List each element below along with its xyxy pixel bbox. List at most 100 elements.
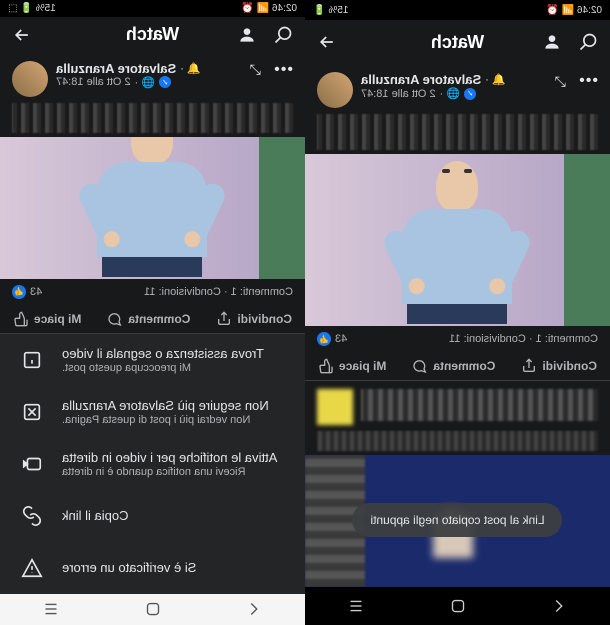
status-battery: 15% bbox=[36, 3, 56, 14]
share-icon bbox=[521, 358, 537, 374]
sheet-item-unfollow[interactable]: Non seguire più Salvatore Aranzulla Non … bbox=[0, 386, 305, 438]
status-battery: 15% bbox=[328, 5, 348, 16]
verified-badge: ✓ bbox=[159, 76, 171, 88]
battery-icon: 🔋 ⬚ bbox=[8, 3, 33, 14]
second-post-header bbox=[305, 381, 610, 429]
reactions[interactable]: 43 👍 bbox=[12, 285, 42, 299]
sheet-subtitle: Ricevi una notifica quando è in diretta bbox=[62, 466, 289, 478]
status-time: 02:46 bbox=[272, 3, 297, 14]
sheet-item-report[interactable]: Trova assistenza o segnala il video Mi p… bbox=[0, 334, 305, 386]
sheet-subtitle: Mi preoccupa questo post. bbox=[62, 362, 289, 374]
video-player[interactable] bbox=[0, 137, 305, 279]
options-bottom-sheet: Trova assistenza o segnala il video Mi p… bbox=[0, 334, 305, 594]
more-menu-icon[interactable]: ••• bbox=[273, 61, 293, 79]
comment-button[interactable]: Commenta bbox=[107, 311, 190, 327]
second-author-censored bbox=[361, 389, 598, 421]
post-header: 🔔 · Salvatore Aranzulla ✓ 🌐 · 2 Ott alle… bbox=[305, 64, 610, 112]
like-icon bbox=[318, 358, 334, 374]
video-player[interactable] bbox=[305, 154, 610, 326]
globe-icon: 🌐 · bbox=[135, 76, 155, 89]
action-bar: Condividi Commenta Mi piace bbox=[305, 352, 610, 381]
unfollow-icon bbox=[21, 401, 43, 423]
expand-icon[interactable]: ⤢ bbox=[250, 61, 261, 78]
back-arrow-icon[interactable] bbox=[12, 25, 32, 45]
author-avatar[interactable] bbox=[317, 72, 353, 108]
right-screen: 02:46 📶 ⏰ 15% 🔋 ⬚ Watch 🔔 · Salvatore Ar… bbox=[0, 0, 305, 625]
author-name[interactable]: Salvatore Aranzulla bbox=[56, 61, 176, 76]
status-bar: 02:46 📶 ⏰ 15% 🔋 ⬚ bbox=[0, 0, 305, 17]
watch-header: Watch bbox=[305, 20, 610, 64]
sheet-title: Copia il link bbox=[62, 508, 289, 523]
expand-icon[interactable]: ⤢ bbox=[555, 73, 566, 90]
page-title: Watch bbox=[431, 32, 484, 53]
share-button[interactable]: Condividi bbox=[521, 358, 597, 374]
like-badge-icon: 👍 bbox=[12, 285, 26, 299]
status-indicators: 📶 ⏰ bbox=[241, 3, 269, 14]
nav-home[interactable] bbox=[142, 598, 164, 620]
nav-recent[interactable] bbox=[345, 595, 367, 617]
sheet-title: Si è verificato un errore bbox=[62, 560, 289, 575]
profile-icon[interactable] bbox=[542, 32, 562, 52]
toast-notification: Link al post copiato negli appunti bbox=[352, 503, 562, 537]
comment-share-stats[interactable]: Commenti: 1 · Condivisioni: 11 bbox=[144, 286, 293, 298]
second-text-censored bbox=[317, 431, 598, 451]
status-indicators: 📶 ⏰ bbox=[546, 5, 574, 16]
search-icon[interactable] bbox=[273, 25, 293, 45]
live-icon bbox=[21, 453, 43, 475]
reaction-count: 43 bbox=[30, 286, 42, 298]
sheet-title: Non seguire più Salvatore Aranzulla bbox=[62, 398, 289, 413]
comment-icon bbox=[107, 311, 123, 327]
post-header: 🔔 · Salvatore Aranzulla ✓ 🌐 · 2 Ott alle… bbox=[0, 53, 305, 101]
author-avatar[interactable] bbox=[12, 61, 48, 97]
sheet-item-notifications[interactable]: Attiva le notifiche per i video in diret… bbox=[0, 438, 305, 490]
warning-icon bbox=[21, 557, 43, 579]
engagement-bar: Commenti: 1 · Condivisioni: 11 43 👍 bbox=[305, 326, 610, 352]
nav-recent[interactable] bbox=[40, 598, 62, 620]
sheet-item-copy-link[interactable]: Copia il link bbox=[0, 490, 305, 542]
second-avatar[interactable] bbox=[317, 389, 353, 425]
like-icon bbox=[13, 311, 29, 327]
share-icon bbox=[216, 311, 232, 327]
profile-icon[interactable] bbox=[237, 25, 257, 45]
status-bar: 02:46 📶 ⏰ 15% 🔋 bbox=[305, 0, 610, 20]
verified-badge: ✓ bbox=[464, 88, 476, 100]
nav-back[interactable] bbox=[243, 598, 265, 620]
comment-button[interactable]: Commenta bbox=[412, 358, 495, 374]
left-screen: 02:46 📶 ⏰ 15% 🔋 Watch 🔔 · Salvatore Aran… bbox=[305, 0, 610, 625]
reactions[interactable]: 43 👍 bbox=[317, 332, 347, 346]
comment-icon bbox=[412, 358, 428, 374]
bell-icon: 🔔 · bbox=[180, 62, 200, 75]
nav-back[interactable] bbox=[548, 595, 570, 617]
link-icon bbox=[21, 505, 43, 527]
page-title: Watch bbox=[126, 24, 179, 45]
search-icon[interactable] bbox=[578, 32, 598, 52]
like-button[interactable]: Mi piace bbox=[13, 311, 81, 327]
info-icon bbox=[21, 349, 43, 371]
globe-icon: 🌐 · bbox=[440, 87, 460, 100]
author-name[interactable]: Salvatore Aranzulla bbox=[361, 72, 481, 87]
android-nav-bar bbox=[305, 587, 610, 625]
second-video[interactable]: Link al post copiato negli appunti bbox=[305, 455, 610, 587]
status-time: 02:46 bbox=[577, 5, 602, 16]
comment-share-stats[interactable]: Commenti: 1 · Condivisioni: 11 bbox=[449, 333, 598, 345]
nav-home[interactable] bbox=[447, 595, 469, 617]
action-bar: Condividi Commenta Mi piace bbox=[0, 305, 305, 334]
reaction-count: 43 bbox=[335, 333, 347, 345]
battery-icon: 🔋 bbox=[313, 5, 325, 16]
more-menu-icon[interactable]: ••• bbox=[578, 72, 598, 90]
android-nav-bar bbox=[0, 594, 305, 625]
sheet-item-error[interactable]: Si è verificato un errore bbox=[0, 542, 305, 594]
share-button[interactable]: Condividi bbox=[216, 311, 292, 327]
like-button[interactable]: Mi piace bbox=[318, 358, 386, 374]
post-text-censored bbox=[317, 114, 598, 150]
back-arrow-icon[interactable] bbox=[317, 32, 337, 52]
post-text-censored bbox=[12, 103, 293, 133]
like-badge-icon: 👍 bbox=[317, 332, 331, 346]
engagement-bar: Commenti: 1 · Condivisioni: 11 43 👍 bbox=[0, 279, 305, 305]
sheet-subtitle: Non vedrai più i post di questa Pagina. bbox=[62, 414, 289, 426]
sheet-title: Attiva le notifiche per i video in diret… bbox=[62, 450, 289, 465]
bell-icon: 🔔 · bbox=[485, 73, 505, 86]
watch-header: Watch bbox=[0, 17, 305, 53]
sheet-title: Trova assistenza o segnala il video bbox=[62, 346, 289, 361]
post-timestamp: 2 Ott alle 18:47 bbox=[56, 76, 131, 88]
